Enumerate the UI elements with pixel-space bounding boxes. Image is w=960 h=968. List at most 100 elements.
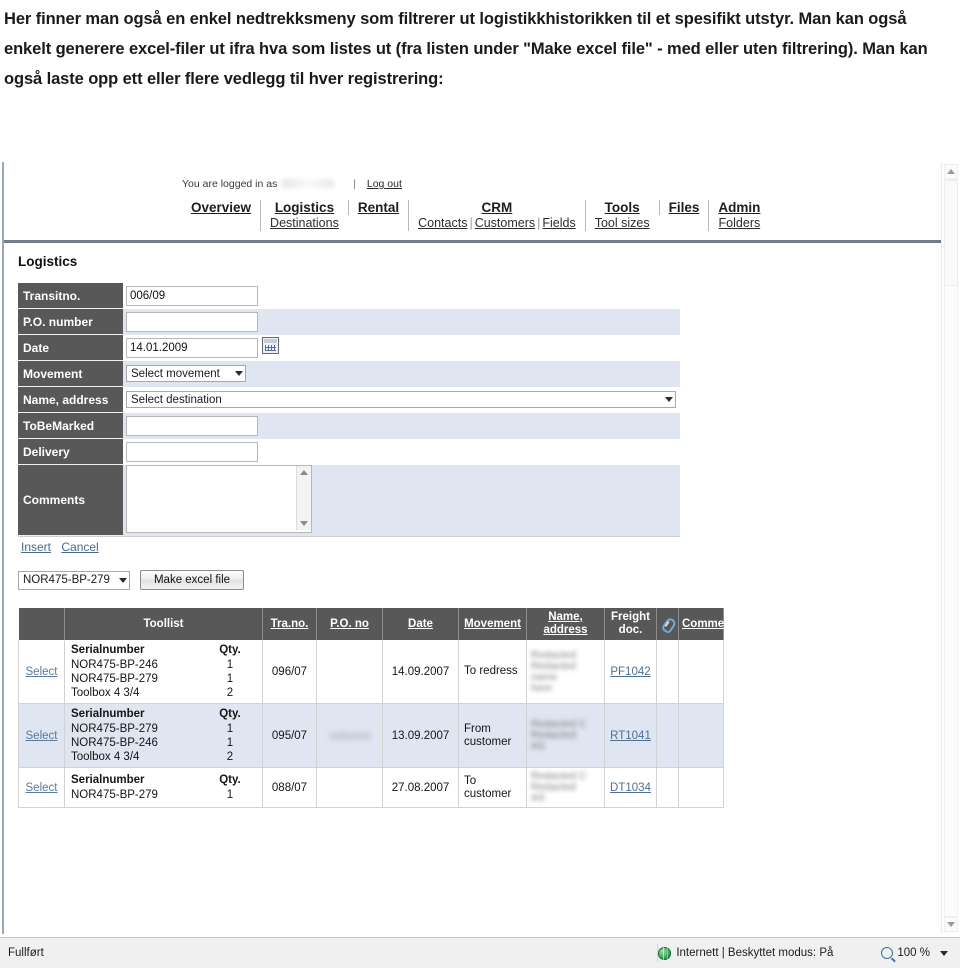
col-header-date[interactable]: Date	[382, 608, 459, 640]
form-row-date: Date	[18, 334, 680, 361]
tool-qty: 1	[226, 673, 234, 685]
date-input[interactable]	[126, 338, 258, 358]
label-transitno: Transitno.	[18, 283, 123, 309]
nav-item-destinations[interactable]: Destinations	[270, 216, 339, 230]
form-row-movement: Movement Select movement	[18, 360, 680, 387]
toollist-item: Toolbox 4 3/4 2	[71, 750, 256, 764]
select-link[interactable]: Select	[26, 666, 58, 678]
nav-sub-crm: Contacts | Customers | Fields	[418, 216, 576, 231]
row-select-cell: Select	[18, 640, 65, 704]
equipment-filter-select[interactable]: NOR475-BP-279	[18, 570, 130, 590]
logout-link[interactable]: Log out	[367, 178, 402, 190]
col-header-po-no[interactable]: P.O. no	[316, 608, 383, 640]
nav-group-files: Files	[658, 200, 709, 215]
table-row: Select Serialnumber Qty. NOR475-BP-279 1…	[18, 767, 724, 808]
col-header-movement[interactable]: Movement	[458, 608, 527, 640]
tool-serial: NOR475-BP-279	[71, 673, 158, 685]
transitno-input[interactable]	[126, 285, 258, 306]
comments-wrapper	[126, 464, 312, 536]
nav-item-folders[interactable]: Folders	[719, 216, 761, 230]
make-excel-file-button[interactable]: Make excel file	[140, 570, 244, 590]
zoom-control[interactable]: 100 %	[881, 947, 960, 959]
nav-group-crm: CRM Contacts | Customers | Fields	[408, 200, 585, 231]
row-transit-no: 096/07	[262, 640, 317, 704]
row-movement: To customer	[458, 767, 527, 808]
toollist-qty-header: Qty.	[219, 708, 241, 720]
calendar-icon[interactable]	[262, 337, 279, 354]
nav-item-logistics[interactable]: Logistics	[275, 200, 334, 215]
nav-item-rental[interactable]: Rental	[358, 200, 399, 215]
col-header-name-address[interactable]: Name, address	[526, 608, 605, 640]
nav-item-admin[interactable]: Admin	[718, 200, 760, 215]
freight-doc-link[interactable]: DT1034	[610, 782, 651, 794]
insert-link[interactable]: Insert	[21, 540, 51, 554]
browser-window: You are logged in as | Log out Overview …	[0, 160, 960, 968]
form-actions: Insert Cancel	[18, 536, 680, 554]
field-cell-name-address: Select destination	[123, 386, 680, 413]
destination-select[interactable]: Select destination	[126, 391, 676, 408]
row-select-cell: Select	[18, 703, 65, 768]
nav-item-overview[interactable]: Overview	[191, 200, 251, 215]
page-scrollbar[interactable]	[941, 162, 958, 934]
nav-item-fields[interactable]: Fields	[542, 216, 575, 230]
caption-text: Her finner man også en enkel nedtrekksme…	[4, 10, 928, 88]
tool-serial: Toolbox 4 3/4	[71, 687, 140, 699]
scroll-down-button[interactable]	[944, 917, 958, 932]
field-cell-movement: Select movement	[123, 360, 680, 387]
chevron-down-icon	[119, 577, 127, 583]
chevron-down-icon[interactable]	[940, 950, 948, 956]
logistics-history-table: Toollist Tra.no. P.O. no Date Movement N…	[18, 608, 741, 808]
toollist-item: NOR475-BP-279 1	[71, 722, 256, 736]
nav-item-crm[interactable]: CRM	[482, 200, 513, 215]
chevron-down-icon	[665, 397, 673, 402]
field-cell-comments	[123, 464, 680, 536]
nav-item-customers[interactable]: Customers	[475, 216, 535, 230]
security-zone-indicator[interactable]: Internett | Beskyttet modus: På	[658, 946, 841, 960]
logged-in-label: You are logged in as	[182, 178, 278, 190]
main-navigation: Overview Logistics Destinations Rental C…	[182, 200, 769, 231]
row-toollist-cell: Serialnumber Qty. NOR475-BP-246 1 NOR475…	[64, 640, 263, 704]
select-link[interactable]: Select	[26, 730, 58, 742]
scroll-track[interactable]	[944, 179, 958, 917]
nav-item-tool-sizes[interactable]: Tool sizes	[595, 216, 650, 230]
tool-serial: Toolbox 4 3/4	[71, 751, 140, 763]
toollist-serial-header: Serialnumber	[71, 774, 145, 786]
scroll-thumb[interactable]	[944, 180, 958, 286]
col-header-transit-no[interactable]: Tra.no.	[262, 608, 317, 640]
toollist-serial-header: Serialnumber	[71, 708, 145, 720]
cancel-link[interactable]: Cancel	[61, 540, 98, 554]
chevron-down-icon	[947, 922, 955, 927]
comments-textarea[interactable]	[126, 464, 312, 533]
toollist-item: NOR475-BP-246 1	[71, 658, 256, 672]
redacted-name-address: Redacted C Redacted AS	[531, 770, 587, 804]
label-tobemarked: ToBeMarked	[18, 412, 123, 439]
tool-serial: NOR475-BP-246	[71, 737, 158, 749]
freight-doc-link[interactable]: PF1042	[610, 666, 650, 678]
scroll-up-button[interactable]	[944, 164, 958, 179]
label-date: Date	[18, 334, 123, 361]
nav-item-contacts[interactable]: Contacts	[418, 216, 467, 230]
page-title: Logistics	[18, 254, 78, 269]
field-cell-transitno	[123, 283, 680, 309]
nav-item-files[interactable]: Files	[669, 200, 700, 215]
toollist-header: Serialnumber Qty.	[71, 643, 256, 658]
toollist-header: Serialnumber Qty.	[71, 773, 256, 788]
col-header-comments[interactable]: Comments	[678, 608, 741, 640]
row-date: 13.09.2007	[382, 703, 459, 768]
tobemarked-input[interactable]	[126, 415, 258, 436]
row-toollist-cell: Serialnumber Qty. NOR475-BP-279 1 NOR475…	[64, 703, 263, 768]
nav-item-tools[interactable]: Tools	[605, 200, 640, 215]
movement-select[interactable]: Select movement	[126, 365, 246, 382]
toollist-header: Serialnumber Qty.	[71, 707, 256, 722]
col-header-freight-doc: Freight doc.	[604, 608, 657, 640]
nav-pipe: |	[469, 216, 473, 230]
toollist-item: NOR475-BP-279 1	[71, 672, 256, 686]
nav-group-admin: Admin Folders	[708, 200, 769, 231]
delivery-input[interactable]	[126, 441, 258, 462]
po-number-input[interactable]	[126, 311, 258, 332]
select-link[interactable]: Select	[26, 782, 58, 794]
export-toolbar: NOR475-BP-279 Make excel file	[18, 570, 942, 590]
freight-doc-link[interactable]: RT1041	[610, 730, 651, 742]
row-movement: To redress	[458, 640, 527, 704]
row-select-cell: Select	[18, 767, 65, 808]
